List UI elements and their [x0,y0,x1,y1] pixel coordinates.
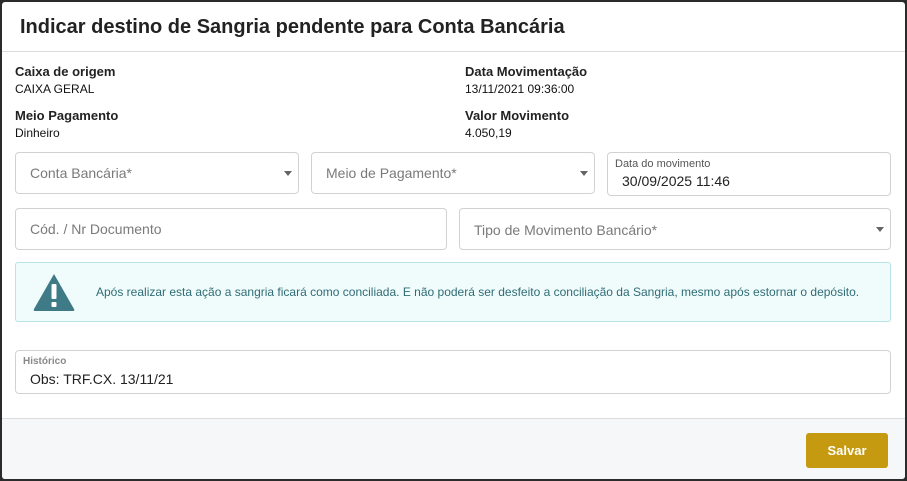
tipo-movimento-placeholder: Tipo de Movimento Bancário* [474,222,658,238]
meio-pagamento-label: Meio Pagamento [15,108,119,123]
data-do-movimento-value: 30/09/2025 11:46 [622,173,730,189]
historico-field[interactable]: Histórico Obs: TRF.CX. 13/11/21 [15,350,891,394]
meio-de-pagamento-placeholder: Meio de Pagamento* [326,165,457,181]
warning-triangle-icon [33,274,75,311]
meio-pagamento-value: Dinheiro [15,126,60,140]
data-movimentacao-value: 13/11/2021 09:36:00 [465,82,575,96]
meio-pagamento-info: Meio Pagamento Dinheiro [15,108,118,140]
dialog-header: Indicar destino de Sangria pendente para… [2,2,905,52]
valor-movimento-label: Valor Movimento [465,108,570,123]
data-do-movimento-label: Data do movimento [615,158,711,170]
dialog-title: Indicar destino de Sangria pendente para… [20,16,565,38]
caixa-origem-info: Caixa de origem CAIXA GERAL [15,64,115,96]
caixa-origem-value: CAIXA GERAL [15,82,95,96]
conta-bancaria-placeholder: Conta Bancária* [30,165,132,181]
sangria-dialog: Indicar destino de Sangria pendente para… [2,2,905,479]
meio-de-pagamento-select[interactable]: Meio de Pagamento* [311,152,595,194]
chevron-down-icon [284,171,292,176]
save-button[interactable]: Salvar [806,433,888,468]
caixa-origem-label: Caixa de origem [15,64,116,79]
documento-input[interactable]: Cód. / Nr Documento [15,208,447,250]
conta-bancaria-select[interactable]: Conta Bancária* [15,152,299,194]
tipo-movimento-select[interactable]: Tipo de Movimento Bancário* [459,208,891,250]
data-do-movimento-field[interactable]: Data do movimento 30/09/2025 11:46 [607,152,891,196]
alert-message: Após realizar esta ação a sangria ficará… [96,285,860,299]
warning-alert: Após realizar esta ação a sangria ficará… [15,262,891,322]
valor-movimento-value: 4.050,19 [465,126,512,140]
data-movimentacao-label: Data Movimentação [465,64,588,79]
documento-placeholder: Cód. / Nr Documento [30,221,162,237]
dialog-footer: Salvar [2,418,905,479]
chevron-down-icon [876,227,884,232]
data-movimentacao-info: Data Movimentação 13/11/2021 09:36:00 [465,64,587,96]
historico-value: Obs: TRF.CX. 13/11/21 [30,371,174,387]
valor-movimento-info: Valor Movimento 4.050,19 [465,108,569,140]
chevron-down-icon [580,171,588,176]
historico-label: Histórico [23,356,67,367]
